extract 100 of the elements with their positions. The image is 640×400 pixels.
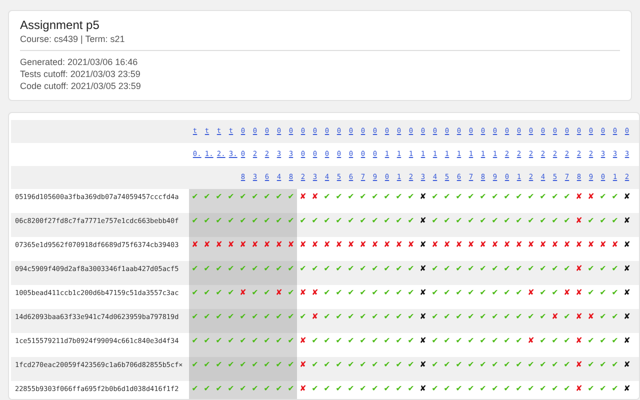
result-mark: ✔ xyxy=(237,381,249,399)
result-mark: ✔ xyxy=(249,285,261,309)
result-mark: ✔ xyxy=(394,359,404,371)
result-mark: ✔ xyxy=(370,311,380,323)
result-mark: ✔ xyxy=(466,335,476,347)
result-mark: ✘ xyxy=(298,287,308,299)
result-mark: ✘ xyxy=(466,239,476,251)
result-mark: ✔ xyxy=(586,383,596,395)
result-mark: ✘ xyxy=(574,383,584,395)
result-mark: ✔ xyxy=(261,261,273,285)
result-mark: ✔ xyxy=(442,335,452,347)
result-mark: ✘ xyxy=(418,287,428,299)
result-mark: ✔ xyxy=(189,189,201,213)
result-mark: ✔ xyxy=(285,333,297,357)
result-mark: ✔ xyxy=(430,191,440,203)
result-mark: ✔ xyxy=(478,311,488,323)
result-mark: ✘ xyxy=(574,263,584,275)
result-mark: ✔ xyxy=(249,309,261,333)
result-mark: ✔ xyxy=(562,311,572,323)
result-mark: ✘ xyxy=(418,311,428,323)
result-mark: ✔ xyxy=(406,335,416,347)
result-mark: ✔ xyxy=(322,287,332,299)
result-mark: ✘ xyxy=(574,335,584,347)
result-mark: ✘ xyxy=(237,237,249,261)
result-mark: ✔ xyxy=(213,357,225,381)
result-mark: ✔ xyxy=(189,261,201,285)
result-mark: ✔ xyxy=(189,309,201,333)
result-mark: ✔ xyxy=(430,359,440,371)
result-mark: ✔ xyxy=(406,287,416,299)
assignment-title: Assignment p5 xyxy=(20,18,100,33)
result-mark: ✔ xyxy=(598,335,608,347)
result-mark: ✘ xyxy=(310,287,320,299)
result-mark: ✔ xyxy=(598,215,608,227)
result-mark: ✔ xyxy=(346,335,356,347)
result-mark: ✔ xyxy=(550,287,560,299)
result-mark: ✘ xyxy=(562,239,572,251)
result-mark: ✔ xyxy=(346,287,356,299)
result-mark: ✔ xyxy=(502,359,512,371)
result-mark: ✔ xyxy=(189,357,201,381)
result-mark: ✔ xyxy=(598,311,608,323)
result-mark: ✘ xyxy=(550,311,560,323)
result-mark: ✘ xyxy=(213,237,225,261)
result-mark: ✔ xyxy=(454,335,464,347)
result-mark: ✔ xyxy=(406,191,416,203)
result-mark: ✘ xyxy=(298,239,308,251)
result-mark: ✔ xyxy=(610,335,620,347)
result-mark: ✘ xyxy=(586,239,596,251)
result-mark: ✔ xyxy=(225,261,237,285)
result-mark: ✔ xyxy=(213,261,225,285)
result-mark: ✔ xyxy=(406,215,416,227)
result-mark: ✔ xyxy=(406,311,416,323)
result-mark: ✔ xyxy=(261,213,273,237)
result-mark: ✔ xyxy=(394,287,404,299)
result-mark: ✔ xyxy=(610,215,620,227)
result-mark: ✔ xyxy=(514,383,524,395)
result-mark: ✔ xyxy=(466,359,476,371)
result-mark: ✘ xyxy=(370,239,380,251)
result-mark: ✔ xyxy=(454,191,464,203)
result-mark: ✔ xyxy=(346,263,356,275)
result-mark: ✔ xyxy=(490,311,500,323)
result-mark: ✔ xyxy=(334,383,344,395)
result-mark: ✘ xyxy=(418,335,428,347)
result-mark: ✔ xyxy=(225,213,237,237)
result-mark: ✔ xyxy=(285,381,297,399)
result-mark: ✔ xyxy=(502,311,512,323)
result-mark: ✔ xyxy=(514,215,524,227)
result-mark: ✘ xyxy=(298,359,308,371)
result-mark: ✘ xyxy=(310,191,320,203)
result-mark: ✘ xyxy=(442,239,452,251)
result-mark: ✔ xyxy=(466,263,476,275)
result-mark: ✔ xyxy=(273,261,285,285)
result-mark: ✔ xyxy=(598,287,608,299)
result-mark: ✔ xyxy=(382,287,392,299)
result-mark: ✘ xyxy=(622,335,632,347)
result-mark: ✔ xyxy=(466,191,476,203)
result-mark: ✔ xyxy=(502,383,512,395)
result-mark: ✔ xyxy=(334,215,344,227)
result-mark: ✔ xyxy=(514,311,524,323)
result-mark: ✔ xyxy=(610,359,620,371)
result-mark: ✘ xyxy=(526,287,536,299)
result-mark: ✔ xyxy=(261,333,273,357)
result-mark: ✔ xyxy=(454,383,464,395)
result-mark: ✔ xyxy=(394,311,404,323)
result-mark: ✔ xyxy=(394,383,404,395)
result-mark: ✔ xyxy=(334,311,344,323)
result-mark: ✔ xyxy=(225,381,237,399)
result-mark: ✔ xyxy=(478,191,488,203)
result-mark: ✔ xyxy=(502,191,512,203)
result-mark: ✔ xyxy=(201,189,213,213)
result-mark: ✔ xyxy=(249,261,261,285)
result-mark: ✔ xyxy=(382,311,392,323)
result-mark: ✔ xyxy=(285,189,297,213)
result-mark: ✘ xyxy=(574,359,584,371)
result-mark: ✔ xyxy=(358,335,368,347)
result-mark: ✔ xyxy=(598,359,608,371)
result-mark: ✔ xyxy=(382,383,392,395)
result-mark: ✘ xyxy=(622,287,632,299)
result-mark: ✔ xyxy=(370,359,380,371)
result-mark: ✔ xyxy=(598,383,608,395)
result-mark: ✔ xyxy=(261,309,273,333)
